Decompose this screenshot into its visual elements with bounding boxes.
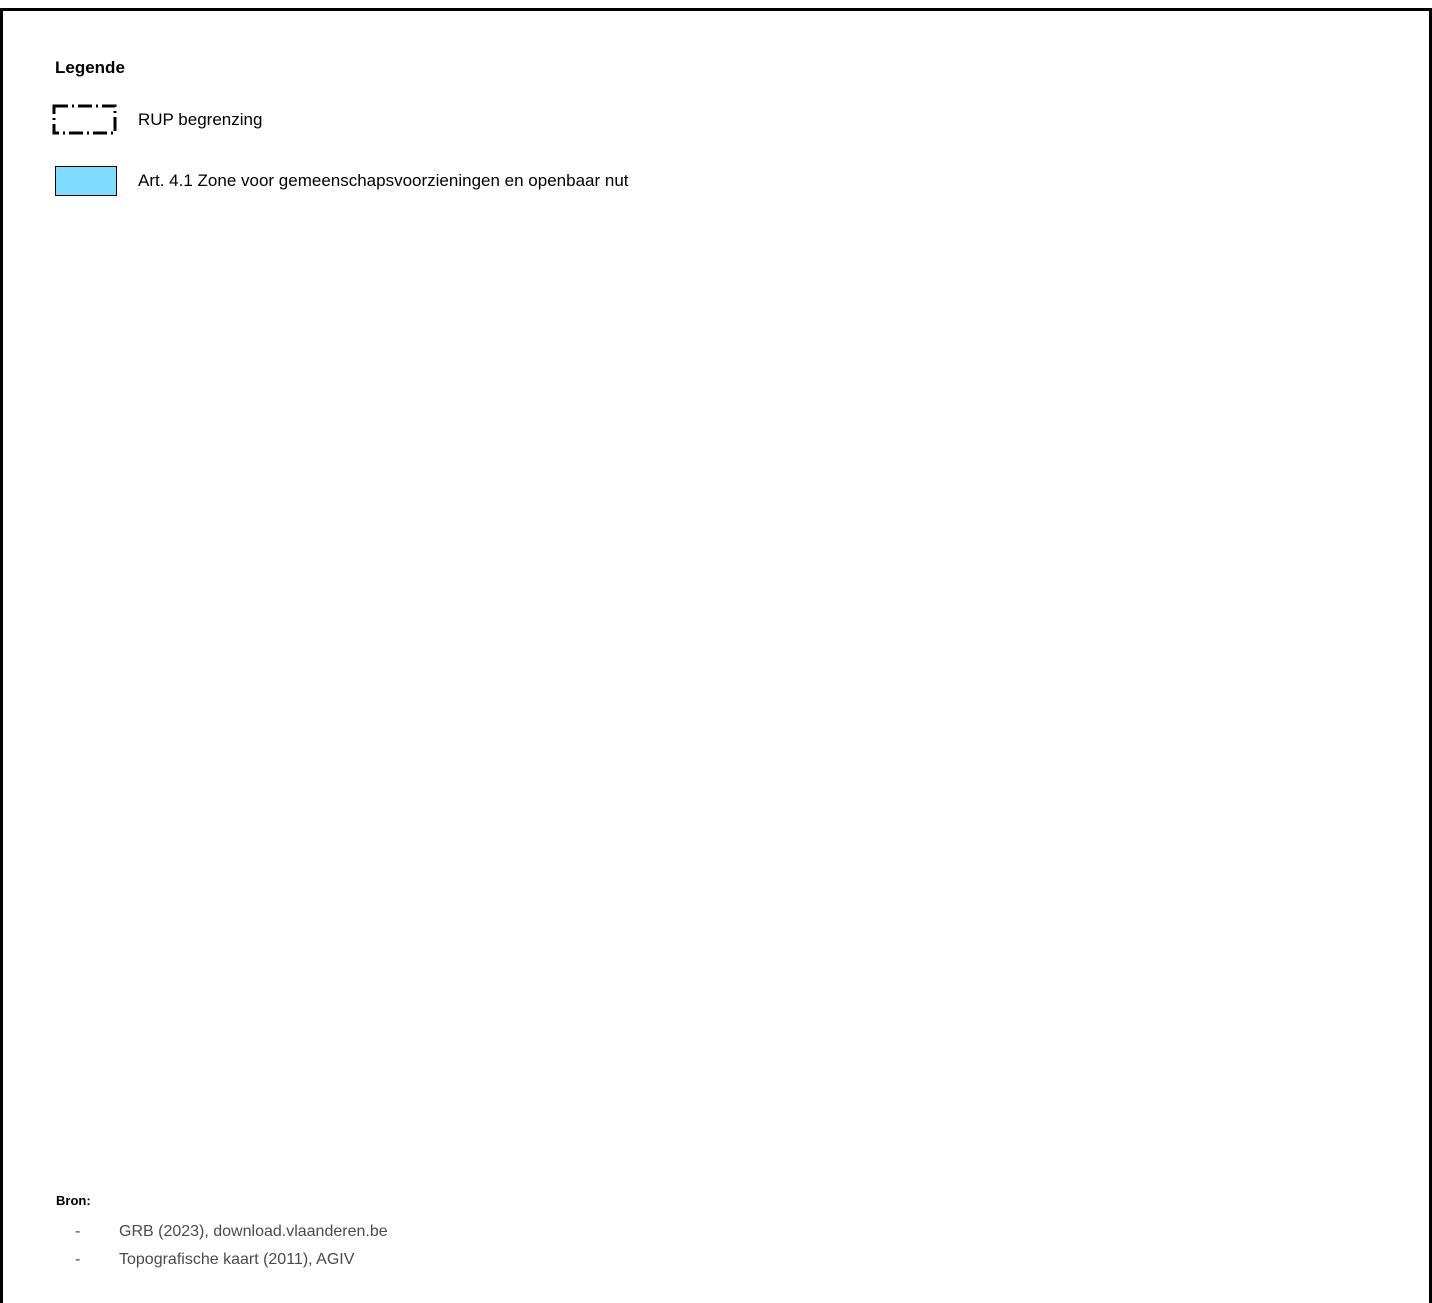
map-frame: Legende RUP begrenzing Art. 4.1 Zone voo…	[0, 8, 1432, 1303]
legend-item-community-zone: Art. 4.1 Zone voor gemeenschapsvoorzieni…	[55, 166, 629, 196]
legend-label-rup-boundary: RUP begrenzing	[138, 110, 263, 129]
legend-title: Legende	[55, 58, 125, 77]
sources-title: Bron:	[56, 1193, 91, 1208]
source-text: Topografische kaart (2011), AGIV	[119, 1251, 355, 1268]
source-item: - Topografische kaart (2011), AGIV	[75, 1246, 388, 1274]
legend-label-community-zone: Art. 4.1 Zone voor gemeenschapsvoorzieni…	[138, 171, 629, 190]
source-item: - GRB (2023), download.vlaanderen.be	[75, 1218, 388, 1246]
sources-list: - GRB (2023), download.vlaanderen.be - T…	[75, 1218, 388, 1274]
dashed-boundary-icon	[52, 104, 117, 135]
legend-item-rup-boundary: RUP begrenzing	[52, 103, 262, 137]
source-bullet: -	[75, 1251, 81, 1268]
zone-swatch-icon	[55, 166, 117, 196]
source-text: GRB (2023), download.vlaanderen.be	[119, 1223, 388, 1240]
source-bullet: -	[75, 1223, 81, 1240]
